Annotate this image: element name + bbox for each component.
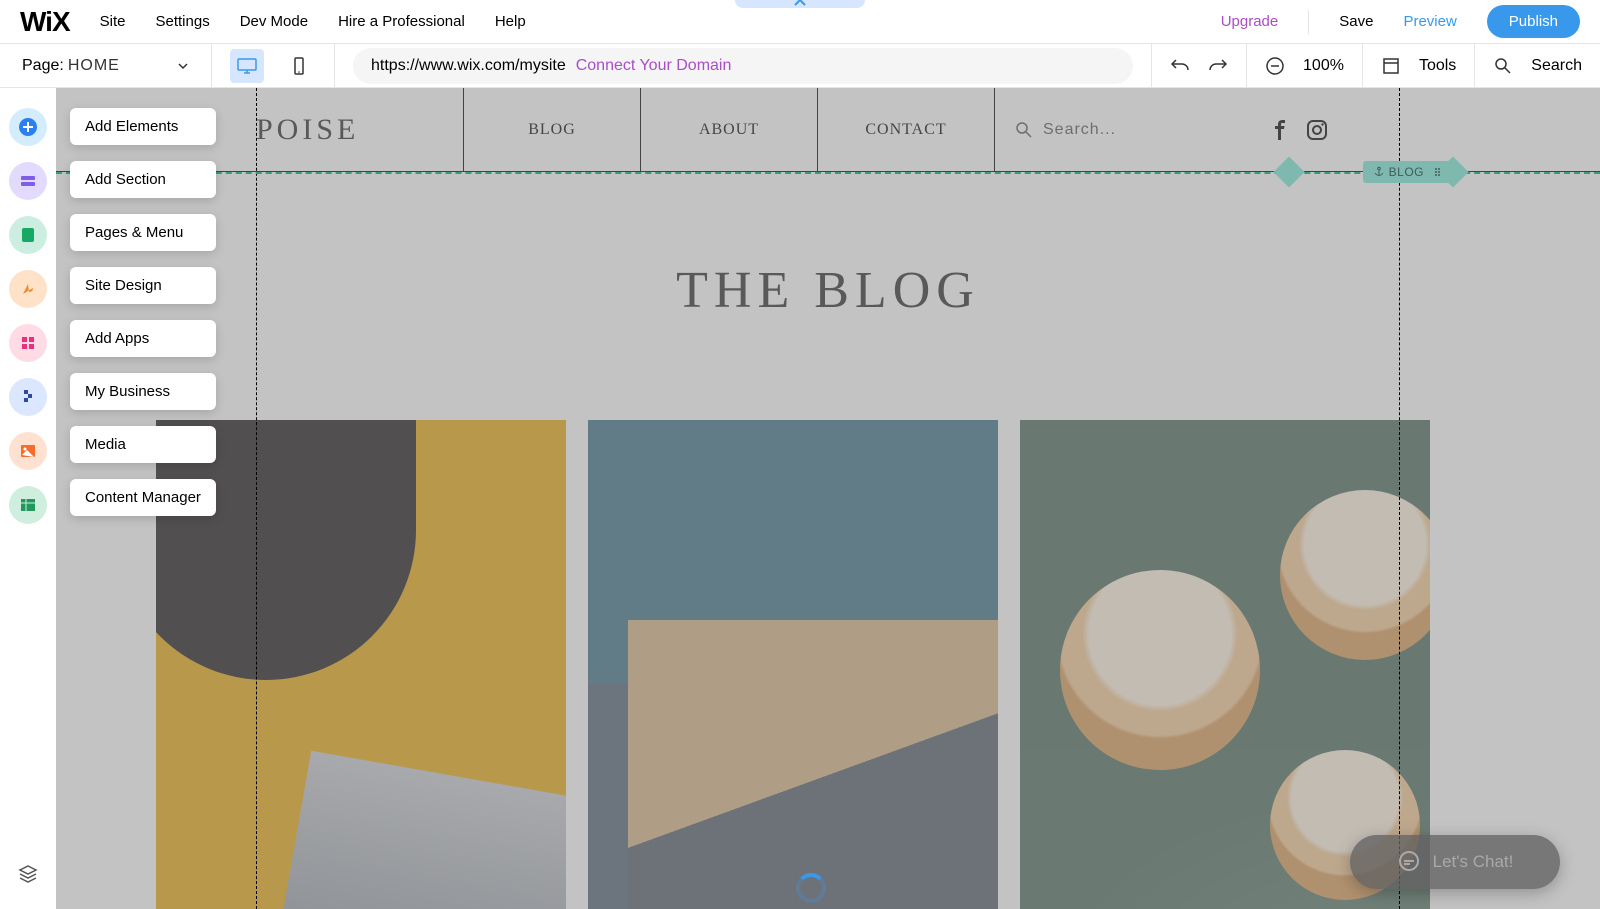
chat-label: Let's Chat! — [1433, 852, 1514, 872]
chat-icon — [1397, 850, 1421, 874]
rail-add-section[interactable] — [9, 162, 47, 200]
nav-about[interactable]: ABOUT — [641, 88, 818, 171]
chevron-down-icon — [177, 60, 189, 72]
url-bar[interactable]: https://www.wix.com/mysite Connect Your … — [353, 48, 1133, 84]
page-name: HOME — [68, 57, 120, 74]
tools-label: Tools — [1419, 57, 1456, 75]
decor-tart — [1060, 570, 1260, 770]
upgrade-link[interactable]: Upgrade — [1221, 13, 1279, 30]
site-header: POISE BLOG ABOUT CONTACT Search... — [56, 88, 1600, 172]
rail-content-manager[interactable] — [9, 486, 47, 524]
search-placeholder: Search... — [1043, 121, 1116, 139]
anchor-pill[interactable]: BLOG — [1363, 161, 1450, 183]
label-add-apps[interactable]: Add Apps — [70, 320, 216, 357]
menu-site[interactable]: Site — [100, 13, 126, 30]
label-site-design[interactable]: Site Design — [70, 267, 216, 304]
blog-card-2[interactable] — [588, 420, 998, 909]
left-rail — [0, 88, 56, 909]
nav-search[interactable]: Search... — [995, 88, 1245, 171]
mobile-icon — [288, 55, 310, 77]
mobile-view-button[interactable] — [282, 49, 316, 83]
blog-card-1[interactable] — [156, 420, 566, 909]
desktop-icon — [236, 55, 258, 77]
blog-title-section: THE BLOG — [56, 172, 1600, 408]
connect-domain-link[interactable]: Connect Your Domain — [576, 57, 732, 75]
label-media[interactable]: Media — [70, 426, 216, 463]
zoom-out-icon — [1265, 56, 1285, 76]
wix-logo[interactable]: WiX — [20, 6, 70, 38]
search-icon — [1015, 121, 1033, 139]
search-label: Search — [1531, 57, 1582, 75]
layers-icon[interactable] — [17, 863, 39, 885]
top-notch[interactable] — [735, 0, 865, 8]
label-add-section[interactable]: Add Section — [70, 161, 216, 198]
undo-icon[interactable] — [1170, 56, 1190, 76]
tools-group[interactable]: Tools — [1362, 44, 1474, 87]
site-stage: POISE BLOG ABOUT CONTACT Search... THE B… — [56, 88, 1600, 909]
anchor-icon — [1373, 166, 1385, 178]
menu-settings[interactable]: Settings — [156, 13, 210, 30]
nav-blog[interactable]: BLOG — [464, 88, 641, 171]
anchor-label: BLOG — [1389, 165, 1424, 179]
label-content-manager[interactable]: Content Manager — [70, 479, 216, 516]
menu-hire[interactable]: Hire a Professional — [338, 13, 465, 30]
blog-title[interactable]: THE BLOG — [676, 261, 980, 320]
chat-button[interactable]: Let's Chat! — [1350, 835, 1560, 889]
nav-contact[interactable]: CONTACT — [818, 88, 995, 171]
drag-icon[interactable] — [1434, 167, 1444, 177]
page-label: Page: — [22, 57, 64, 74]
editor-canvas[interactable]: POISE BLOG ABOUT CONTACT Search... THE B… — [56, 88, 1600, 909]
search-group[interactable]: Search — [1474, 44, 1600, 87]
decor-tart — [1280, 490, 1430, 660]
divider — [1308, 10, 1309, 34]
instagram-icon[interactable] — [1306, 119, 1328, 141]
rail-add-elements[interactable] — [9, 108, 47, 146]
label-my-business[interactable]: My Business — [70, 373, 216, 410]
preview-link[interactable]: Preview — [1403, 13, 1456, 30]
rail-media[interactable] — [9, 432, 47, 470]
menu-help[interactable]: Help — [495, 13, 526, 30]
page-selector[interactable]: Page:HOME — [0, 44, 212, 87]
desktop-view-button[interactable] — [230, 49, 264, 83]
label-pages-menu[interactable]: Pages & Menu — [70, 214, 216, 251]
site-url: https://www.wix.com/mysite — [371, 57, 566, 75]
zoom-value: 100% — [1303, 57, 1344, 75]
rail-pages-menu[interactable] — [9, 216, 47, 254]
rail-site-design[interactable] — [9, 270, 47, 308]
facebook-icon[interactable] — [1270, 120, 1290, 140]
label-add-elements[interactable]: Add Elements — [70, 108, 216, 145]
rail-my-business[interactable] — [9, 378, 47, 416]
rail-tooltips: Add Elements Add Section Pages & Menu Si… — [70, 108, 216, 516]
menu-devmode[interactable]: Dev Mode — [240, 13, 308, 30]
loading-spinner — [796, 873, 826, 903]
tools-icon — [1381, 56, 1401, 76]
publish-button[interactable]: Publish — [1487, 5, 1580, 38]
zoom-group[interactable]: 100% — [1246, 44, 1362, 87]
secondary-bar: Page:HOME https://www.wix.com/mysite Con… — [0, 44, 1600, 88]
search-icon — [1493, 56, 1513, 76]
undo-redo-group — [1151, 44, 1246, 87]
save-link[interactable]: Save — [1339, 13, 1373, 30]
rail-add-apps[interactable] — [9, 324, 47, 362]
blog-cards-row — [56, 408, 1600, 909]
redo-icon[interactable] — [1208, 56, 1228, 76]
